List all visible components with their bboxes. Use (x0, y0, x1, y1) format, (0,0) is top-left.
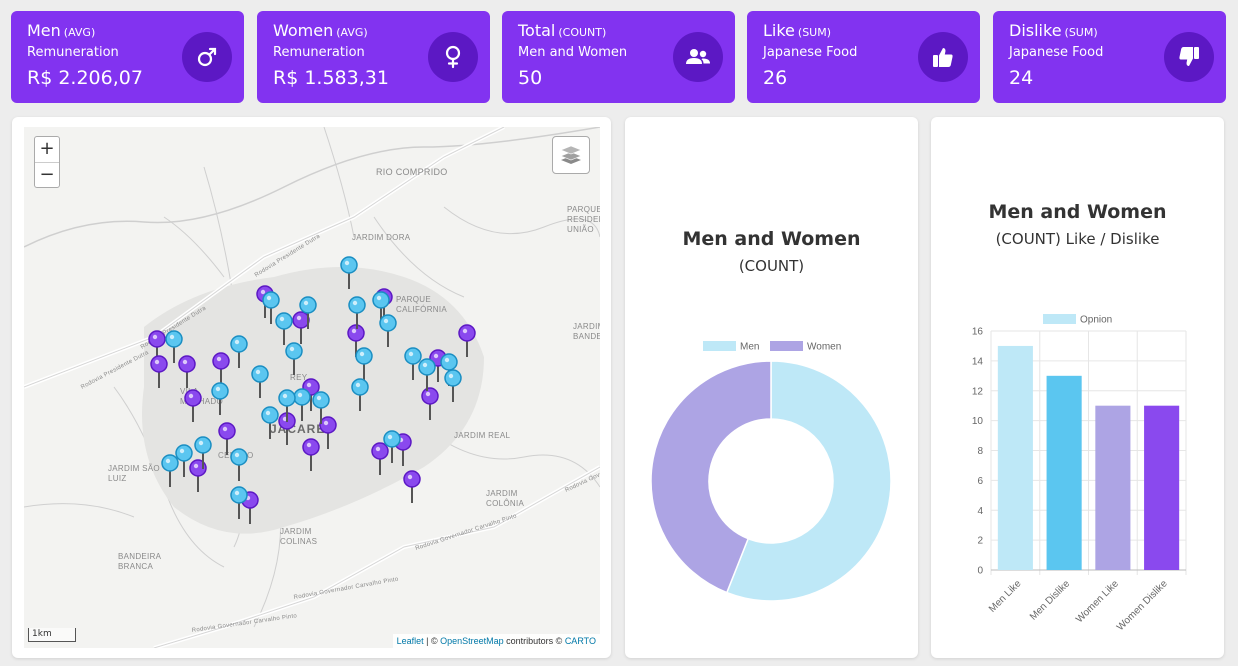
x-tick-label: Men Dislike (1028, 578, 1073, 623)
map-place-label: PARQUE (396, 295, 431, 304)
kpi-card-dislike-sum: Dislike (SUM) Japanese Food 24 (993, 11, 1226, 103)
map-road-label: Rodovia Governador Carvalho Pinto (191, 613, 297, 634)
zoom-in-button[interactable]: + (35, 137, 59, 162)
y-tick-label: 16 (972, 327, 984, 338)
bar-chart: 0 2 4 6 8 10 12 14 16 Men Like Men Dislike Women Li… (972, 314, 1187, 633)
attrib-sep: | © (423, 636, 441, 646)
bar-men-dislike[interactable] (1046, 375, 1082, 570)
map-place-label: RESIDENCIAL (567, 215, 600, 224)
layers-button[interactable] (552, 136, 590, 174)
y-tick-label: 14 (972, 356, 984, 367)
map-road-label: Rodovia Presidente Dutra (80, 350, 150, 391)
y-tick-label: 4 (977, 506, 983, 517)
map-marker-women[interactable] (403, 470, 421, 503)
kpi-card-total-count: Total (COUNT) Men and Women 50 (502, 11, 735, 103)
y-tick-label: 10 (972, 416, 984, 427)
bar-chart-panel: Men and Women (COUNT) Like / Dislike 024… (931, 117, 1224, 658)
map-panel: RIO COMPRIDOPARQUERESIDENCIALUNIÃOJARDIM… (12, 117, 611, 658)
map-attribution: Leaflet | © OpenStreetMap contributors ©… (392, 634, 600, 648)
bar-women-like[interactable] (1095, 405, 1131, 570)
map-place-label: JARDIM DORA (352, 233, 411, 242)
map-place-label: COLÔNIA (486, 499, 524, 508)
map-scale: 1km (28, 628, 76, 642)
map-place-label: JARDIM (280, 527, 312, 536)
kpi-card-men-remuneration: Men (AVG) Remuneration R$ 2.206,07 (11, 11, 244, 103)
map-place-label: CALIFÓRNIA (396, 305, 447, 314)
legend-swatch (770, 341, 803, 351)
map-tiles[interactable]: RIO COMPRIDOPARQUERESIDENCIALUNIÃOJARDIM… (24, 127, 600, 648)
y-tick-label: 6 (977, 476, 983, 487)
leaflet-map[interactable]: RIO COMPRIDOPARQUERESIDENCIALUNIÃOJARDIM… (24, 127, 600, 648)
x-tick-label: Men Like (987, 578, 1024, 615)
bar-women-dislike[interactable] (1144, 405, 1180, 570)
female-icon (428, 32, 478, 82)
map-place-label: UNIÃO (567, 225, 594, 234)
donut-chart-panel: Men and Women (COUNT) Men Women (625, 117, 918, 658)
map-place-label: PARQUE (567, 205, 600, 214)
kpi-card-women-remuneration: Women (AVG) Remuneration R$ 1.583,31 (257, 11, 490, 103)
kpi-card-like-sum: Like (SUM) Japanese Food 26 (747, 11, 980, 103)
map-place-label: BANDEIRA (118, 552, 162, 561)
x-tick-label: Women Like (1074, 578, 1121, 625)
male-icon (182, 32, 232, 82)
users-icon (673, 32, 723, 82)
map-place-label: LUIZ (108, 474, 127, 483)
x-tick-label: Women Dislike (1115, 578, 1170, 633)
map-place-label: JARDIM DOS (573, 322, 600, 331)
map-place-label: RIO COMPRIDO (376, 167, 448, 177)
y-tick-label: 2 (977, 536, 983, 547)
y-tick-label: 8 (977, 446, 983, 457)
osm-link[interactable]: OpenStreetMap (440, 636, 504, 646)
map-place-label: JARDIM (486, 489, 518, 498)
attrib-mid: contributors © (503, 636, 565, 646)
legend-label[interactable]: Women (807, 342, 841, 353)
legend-swatch (1043, 314, 1076, 324)
zoom-out-button[interactable]: − (35, 162, 59, 187)
map-place-label: BRANCA (118, 562, 154, 571)
leaflet-link[interactable]: Leaflet (397, 636, 424, 646)
map-place-label: JARDIM SÃO (108, 464, 160, 473)
map-road-label: Rodovia Governador Carvalho Pinto (415, 513, 518, 552)
bar-men-like[interactable] (997, 345, 1033, 570)
carto-link[interactable]: CARTO (565, 636, 596, 646)
zoom-control: + − (34, 136, 60, 188)
legend-swatch (703, 341, 736, 351)
donut-chart: Men Women (650, 341, 892, 602)
map-place-label: BANDEIRANTES (573, 332, 600, 341)
legend-label[interactable]: Men (740, 342, 759, 353)
y-tick-label: 12 (972, 386, 984, 397)
thumbs-down-icon (1164, 32, 1214, 82)
thumbs-up-icon (918, 32, 968, 82)
layers-icon (560, 145, 582, 164)
map-place-label: COLINAS (280, 537, 317, 546)
map-place-label: JARDIM REAL (454, 431, 510, 440)
legend-label[interactable]: Opnion (1080, 315, 1112, 326)
y-tick-label: 0 (977, 566, 983, 577)
